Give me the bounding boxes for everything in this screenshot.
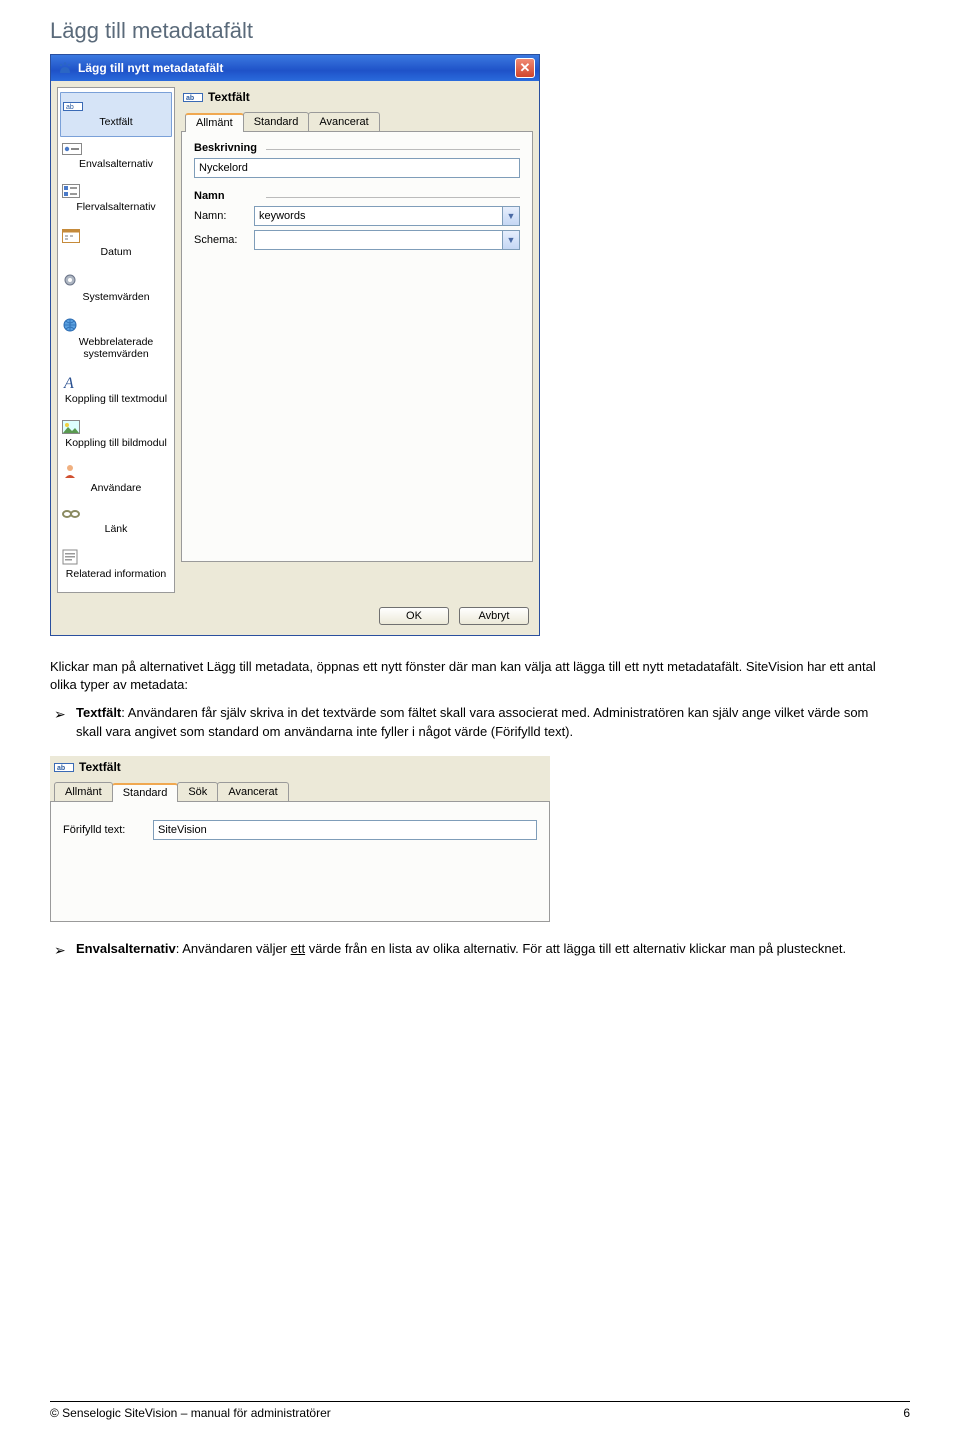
sidebar-item-datum[interactable]: Datum (60, 221, 172, 266)
description-input[interactable] (194, 158, 520, 178)
panel-title: Textfält (208, 90, 250, 104)
sidebar-item-koppling-text[interactable]: A Koppling till textmodul (60, 368, 172, 413)
sidebar-item-label: Systemvärden (82, 291, 149, 303)
tab-standard[interactable]: Standard (112, 783, 179, 802)
name-input[interactable] (254, 206, 502, 226)
letter-a-icon: A (62, 374, 170, 390)
schema-label: Schema: (194, 234, 246, 246)
sidebar-item-lank[interactable]: Länk (60, 502, 172, 543)
field-type-sidebar: ab Textfält Envalsalternativ Flervalsalt… (57, 87, 175, 593)
user-icon (62, 463, 170, 479)
sidebar-item-label: Textfält (99, 116, 132, 128)
panel-header: ab Textfält (50, 756, 550, 782)
cancel-button[interactable]: Avbryt (459, 607, 529, 625)
page-footer: © Senselogic SiteVision – manual för adm… (50, 1401, 910, 1420)
tab-standard[interactable]: Standard (243, 112, 310, 131)
sidebar-item-koppling-bild[interactable]: Koppling till bildmodul (60, 414, 172, 457)
name-dropdown-icon[interactable]: ▼ (502, 206, 520, 226)
sidebar-item-label: Koppling till textmodul (65, 393, 167, 405)
sidebar-item-label: Flervalsalternativ (76, 201, 155, 213)
sidebar-item-label: Datum (101, 246, 132, 258)
main-panel: ab Textfält Allmänt Standard Avancerat B… (181, 87, 533, 593)
sidebar-item-textfalt[interactable]: ab Textfält (60, 92, 172, 137)
dialog-footer: OK Avbryt (51, 599, 539, 635)
panel-header: ab Textfält (181, 87, 533, 112)
footer-page-number: 6 (903, 1406, 910, 1420)
tab-avancerat[interactable]: Avancerat (217, 782, 288, 801)
svg-text:ab: ab (66, 104, 74, 111)
prefilled-label: Förifylld text: (63, 824, 145, 836)
dialog-title: Lägg till nytt metadatafält (78, 61, 515, 75)
sidebar-item-envalsalternativ[interactable]: Envalsalternativ (60, 137, 172, 178)
tab-content-allmant: Beskrivning Namn Namn: ▼ (181, 132, 533, 562)
svg-text:ab: ab (186, 95, 194, 102)
titlebar: Lägg till nytt metadatafält ✕ (51, 55, 539, 81)
sidebar-item-relaterad-info[interactable]: Relaterad information (60, 543, 172, 588)
group-label-namn: Namn (194, 190, 520, 202)
sidebar-item-label: Användare (91, 482, 142, 494)
name-label: Namn: (194, 210, 246, 222)
sidebar-item-anvandare[interactable]: Användare (60, 457, 172, 502)
related-info-icon (62, 549, 170, 565)
sidebar-item-label: Länk (105, 523, 128, 535)
tabstrip: Allmänt Standard Sök Avancerat (50, 782, 550, 802)
checkgrid-icon (62, 184, 170, 198)
sidebar-item-label: Webbrelaterade systemvärden (79, 336, 154, 360)
svg-text:ab: ab (57, 765, 65, 772)
tab-content-standard: Förifylld text: (50, 802, 550, 922)
footer-left: © Senselogic SiteVision – manual för adm… (50, 1406, 331, 1420)
svg-text:A: A (63, 375, 74, 390)
panel-title: Textfält (79, 760, 121, 774)
tab-sok[interactable]: Sök (177, 782, 218, 801)
bullet-envalsalternativ: Envalsalternativ: Användaren väljer ett … (54, 940, 884, 959)
sidebar-item-label: Envalsalternativ (79, 158, 153, 170)
schema-input[interactable] (254, 230, 502, 250)
group-label-beskrivning: Beskrivning (194, 142, 520, 154)
sidebar-item-flervalsalternativ[interactable]: Flervalsalternativ (60, 178, 172, 221)
sidebar-item-webbrelaterade[interactable]: Webbrelaterade systemvärden (60, 311, 172, 368)
textfield-icon: ab (63, 99, 169, 113)
sidebar-item-systemvarden[interactable]: Systemvärden (60, 266, 172, 311)
sidebar-item-label: Koppling till bildmodul (65, 437, 167, 449)
gear-icon (62, 272, 170, 288)
schema-dropdown-icon[interactable]: ▼ (502, 230, 520, 250)
radio-icon (62, 143, 170, 155)
tab-avancerat[interactable]: Avancerat (308, 112, 379, 131)
add-metadata-dialog: Lägg till nytt metadatafält ✕ ab Textfäl… (50, 54, 540, 636)
textfield-icon: ab (54, 760, 74, 774)
ok-button[interactable]: OK (379, 607, 449, 625)
picture-icon (62, 420, 170, 434)
calendar-icon (62, 227, 170, 243)
close-icon[interactable]: ✕ (515, 58, 535, 78)
prefilled-input[interactable] (153, 820, 537, 840)
intro-paragraph: Klickar man på alternativet Lägg till me… (50, 658, 880, 694)
link-icon (62, 508, 170, 520)
tab-allmant[interactable]: Allmänt (54, 782, 113, 801)
page-title: Lägg till metadatafält (50, 18, 910, 44)
bullet-textfalt: Textfält: Användaren får själv skriva in… (54, 704, 884, 742)
app-icon (57, 60, 73, 76)
sidebar-item-label: Relaterad information (66, 568, 166, 580)
globe-icon (62, 317, 170, 333)
tabstrip: Allmänt Standard Avancerat (181, 112, 533, 132)
textfield-icon: ab (183, 90, 203, 104)
tab-allmant[interactable]: Allmänt (185, 113, 244, 132)
textfalt-standard-panel: ab Textfält Allmänt Standard Sök Avancer… (50, 756, 550, 922)
